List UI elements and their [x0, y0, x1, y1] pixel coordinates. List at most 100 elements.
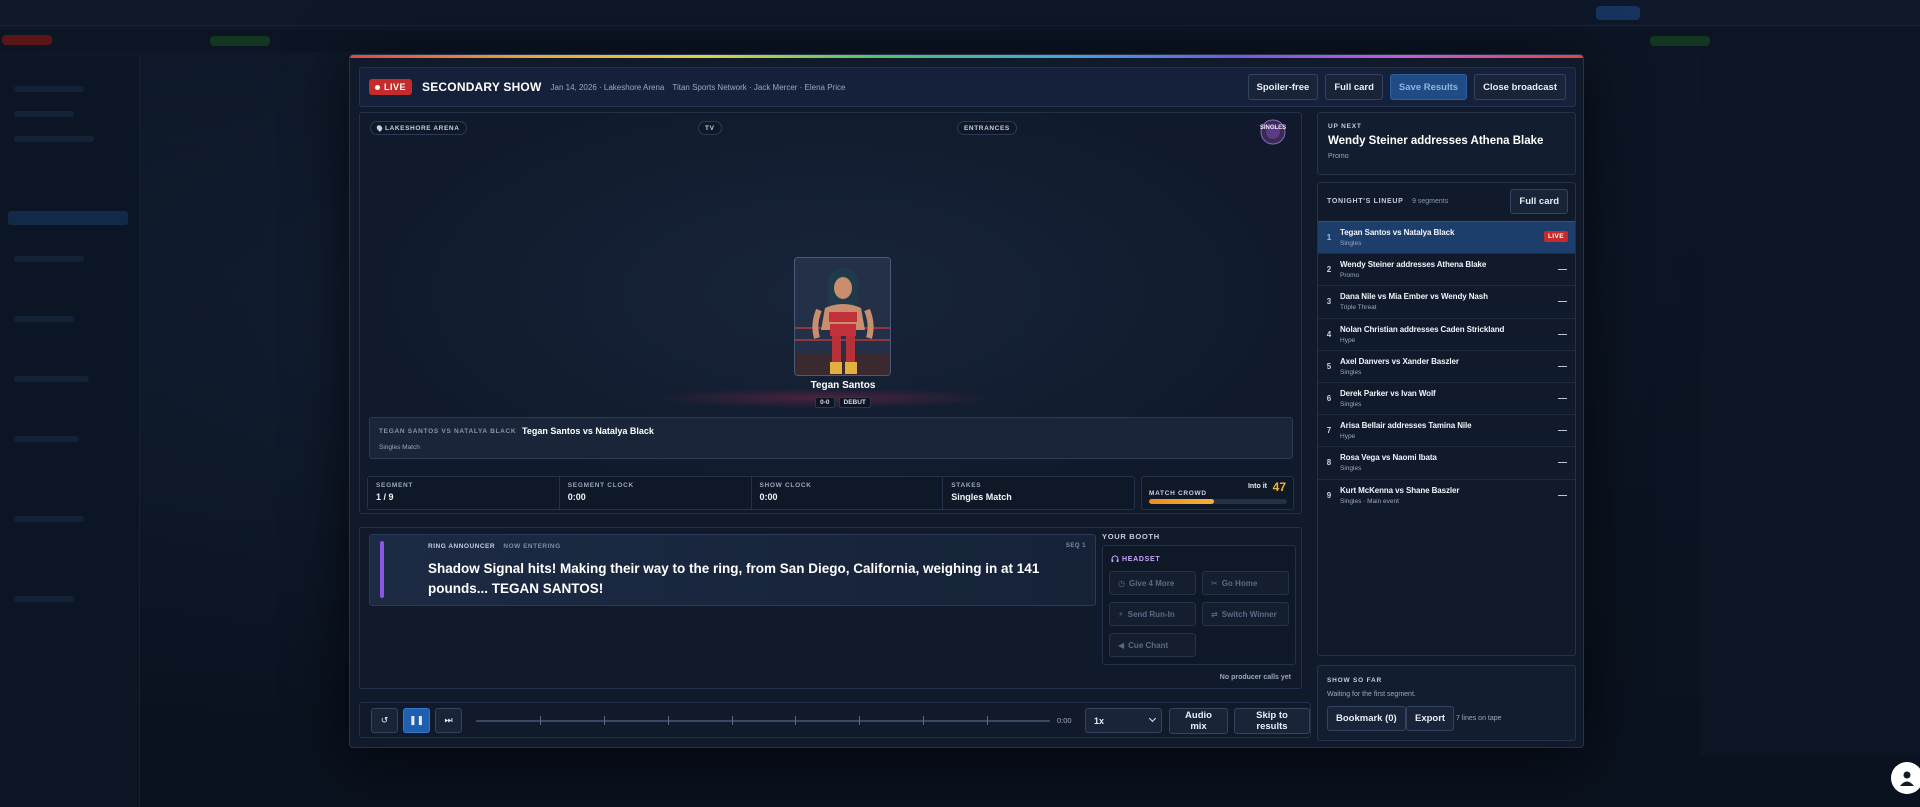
- stat-label: SHOW CLOCK: [759, 482, 812, 489]
- segment-status: —: [1558, 489, 1567, 500]
- show-so-far-kicker: SHOW SO FAR: [1327, 677, 1383, 684]
- lineup-title-text: TONIGHT'S LINEUP: [1327, 198, 1404, 205]
- stat-value: 0:00: [567, 492, 586, 502]
- segment-status: —: [1558, 425, 1567, 436]
- spoiler-free-button[interactable]: Spoiler-free: [1247, 74, 1319, 100]
- pause-button[interactable]: ❚❚: [403, 708, 430, 733]
- segment-number: 8: [1326, 458, 1332, 468]
- wrestler-record-row: 0-0 DEBUT: [743, 397, 943, 408]
- segment-marker: [859, 716, 860, 725]
- lineup-segment[interactable]: 8 Rosa Vega vs Naomi Ibata Singles —: [1318, 446, 1575, 478]
- logo-text: SINGLES: [1260, 125, 1286, 131]
- segment-stats-bar: SEGMENT 1 / 9 SEGMENT CLOCK 0:00 SHOW CL…: [367, 476, 1135, 510]
- stat-value: 0:00: [759, 492, 778, 502]
- send-runin-button[interactable]: ⚡ Send Run-In: [1109, 602, 1196, 626]
- segment-marker: [987, 716, 988, 725]
- segment-title: Dana Nile vs Mia Ember vs Wendy Nash: [1340, 292, 1488, 302]
- headset-label: HEADSET: [1111, 555, 1160, 563]
- full-card-button[interactable]: Full card: [1325, 74, 1383, 100]
- pause-icon: ❚❚: [408, 715, 425, 725]
- crowd-mood: Into it: [1247, 483, 1267, 490]
- send-runin-label: Send Run-In: [1127, 609, 1175, 619]
- go-home-button[interactable]: ✂ Go Home: [1202, 571, 1289, 595]
- show-so-far-text: Waiting for the first segment.: [1327, 691, 1416, 698]
- cue-chant-label: Cue Chant: [1128, 640, 1169, 650]
- rainbow-accent-bar: [350, 55, 1583, 58]
- segment-type: Hype: [1340, 336, 1356, 344]
- stat-label: STAKES: [951, 482, 982, 489]
- broadcast-modal: LIVE SECONDARY SHOW Jan 14, 2026 · Lakes…: [349, 54, 1584, 748]
- save-results-button[interactable]: Save Results: [1389, 74, 1468, 100]
- match-title: Tegan Santos vs Natalya Black: [522, 426, 654, 436]
- segment-status: —: [1558, 457, 1567, 468]
- show-meta: Jan 14, 2026 · Lakeshore Arena: [550, 82, 665, 92]
- wrestler-name: Tegan Santos: [810, 380, 876, 391]
- stat-stakes: STAKES Singles Match: [943, 477, 1134, 509]
- lineup-full-card-button[interactable]: Full card: [1510, 189, 1568, 214]
- give-more-button[interactable]: ◷ Give 4 More: [1109, 571, 1196, 595]
- lineup-count: 9 segments: [1412, 198, 1449, 205]
- cue-chant-button[interactable]: ◀ Cue Chant: [1109, 633, 1196, 657]
- commentary-panel: RING ANNOUNCER NOW ENTERING SEQ 1 Shadow…: [359, 527, 1302, 689]
- lineup-segment[interactable]: 5 Axel Danvers vs Xander Baszler Singles —: [1318, 349, 1575, 382]
- segment-number: 9: [1326, 490, 1332, 500]
- segment-marker: [923, 716, 924, 725]
- segment-number: 6: [1326, 394, 1332, 404]
- switch-winner-button[interactable]: ⇄ Switch Winner: [1202, 602, 1289, 626]
- segment-info: Dana Nile vs Mia Ember vs Wendy Nash Trip…: [1340, 292, 1575, 311]
- background-badge: [1650, 36, 1710, 46]
- segment-status: —: [1558, 264, 1567, 275]
- background-subnav: [0, 30, 1920, 52]
- person-icon: [1900, 771, 1914, 786]
- segment-info: Arisa Bellair addresses Tamina Nile Hype: [1340, 421, 1575, 440]
- speed-select[interactable]: 1x: [1085, 708, 1162, 733]
- close-broadcast-button[interactable]: Close broadcast: [1474, 74, 1566, 100]
- segment-number: 5: [1326, 361, 1332, 371]
- lineup-segment[interactable]: 1 Tegan Santos vs Natalya Black Singles LIV…: [1318, 221, 1575, 254]
- give-more-label: Give 4 More: [1128, 578, 1175, 588]
- timeline-scrubber[interactable]: [476, 716, 1050, 725]
- export-button[interactable]: Export: [1406, 706, 1455, 731]
- announcer-seq: SEQ 1: [1065, 543, 1086, 549]
- segment-title: Axel Danvers vs Xander Baszler: [1340, 356, 1459, 366]
- skip-to-results-button[interactable]: Skip to results: [1234, 708, 1310, 734]
- lineup-segment[interactable]: 3 Dana Nile vs Mia Ember vs Wendy Nash Tri…: [1318, 285, 1575, 317]
- bookmark-button[interactable]: Bookmark (0): [1327, 706, 1406, 731]
- up-next-card: UP NEXT Wendy Steiner addresses Athena B…: [1317, 112, 1576, 175]
- announcer-text: Shadow Signal hits! Making their way to …: [428, 561, 1040, 596]
- audio-mix-button[interactable]: Audio mix: [1169, 708, 1228, 734]
- swap-icon: ⇄: [1211, 609, 1218, 619]
- lineup-title: TONIGHT'S LINEUP 9 segments: [1327, 198, 1448, 205]
- background-badge: [2, 35, 52, 45]
- segment-title: Rosa Vega vs Naomi Ibata: [1340, 453, 1437, 463]
- lineup-segment[interactable]: 4 Nolan Christian addresses Caden Strickl…: [1318, 317, 1575, 350]
- live-label: LIVE: [384, 82, 407, 92]
- restart-button[interactable]: ↺: [371, 708, 398, 733]
- up-next-title: Wendy Steiner addresses Athena Blake: [1328, 135, 1544, 147]
- segment-info: Rosa Vega vs Naomi Ibata Singles: [1340, 453, 1575, 472]
- crowd-label: MATCH CROWD: [1149, 490, 1207, 497]
- header-actions: Spoiler-free Full card Save Results Clos…: [1247, 74, 1566, 100]
- segment-marker: [604, 716, 605, 725]
- segment-type: Singles: [1340, 401, 1362, 409]
- announcer-role: RING ANNOUNCER NOW ENTERING: [428, 543, 561, 550]
- lineup-segment[interactable]: 2 Wendy Steiner addresses Athena Blake Pro…: [1318, 253, 1575, 285]
- announcer-status: NOW ENTERING: [503, 543, 561, 550]
- match-info-bar: TEGAN SANTOS VS NATALYA BLACK Tegan Sant…: [369, 417, 1293, 459]
- segment-number: 3: [1326, 297, 1332, 307]
- segment-live-badge: LIVE: [1543, 231, 1568, 242]
- show-network: Titan Sports Network · Jack Mercer · Ele…: [672, 82, 846, 92]
- location-tag-label: LAKESHORE ARENA: [385, 124, 460, 132]
- segment-info: Derek Parker vs Ivan Wolf Singles: [1340, 389, 1575, 408]
- lineup-segment[interactable]: 6 Derek Parker vs Ivan Wolf Singles —: [1318, 381, 1575, 414]
- next-button[interactable]: ⏭: [435, 708, 462, 733]
- lineup-segment[interactable]: 7 Arisa Bellair addresses Tamina Nile Hype…: [1318, 414, 1575, 446]
- segment-marker: [795, 716, 796, 725]
- crowd-value: 47: [1272, 480, 1286, 494]
- stat-value: 1 / 9: [376, 492, 394, 502]
- announcer-role-label: RING ANNOUNCER: [428, 543, 496, 550]
- playback-time: 0:00: [1057, 716, 1072, 725]
- assistant-fab[interactable]: [1891, 762, 1920, 794]
- stat-segment-clock: SEGMENT CLOCK 0:00: [560, 477, 752, 509]
- lineup-segment[interactable]: 9 Kurt McKenna vs Shane Baszler Singles · …: [1318, 478, 1575, 511]
